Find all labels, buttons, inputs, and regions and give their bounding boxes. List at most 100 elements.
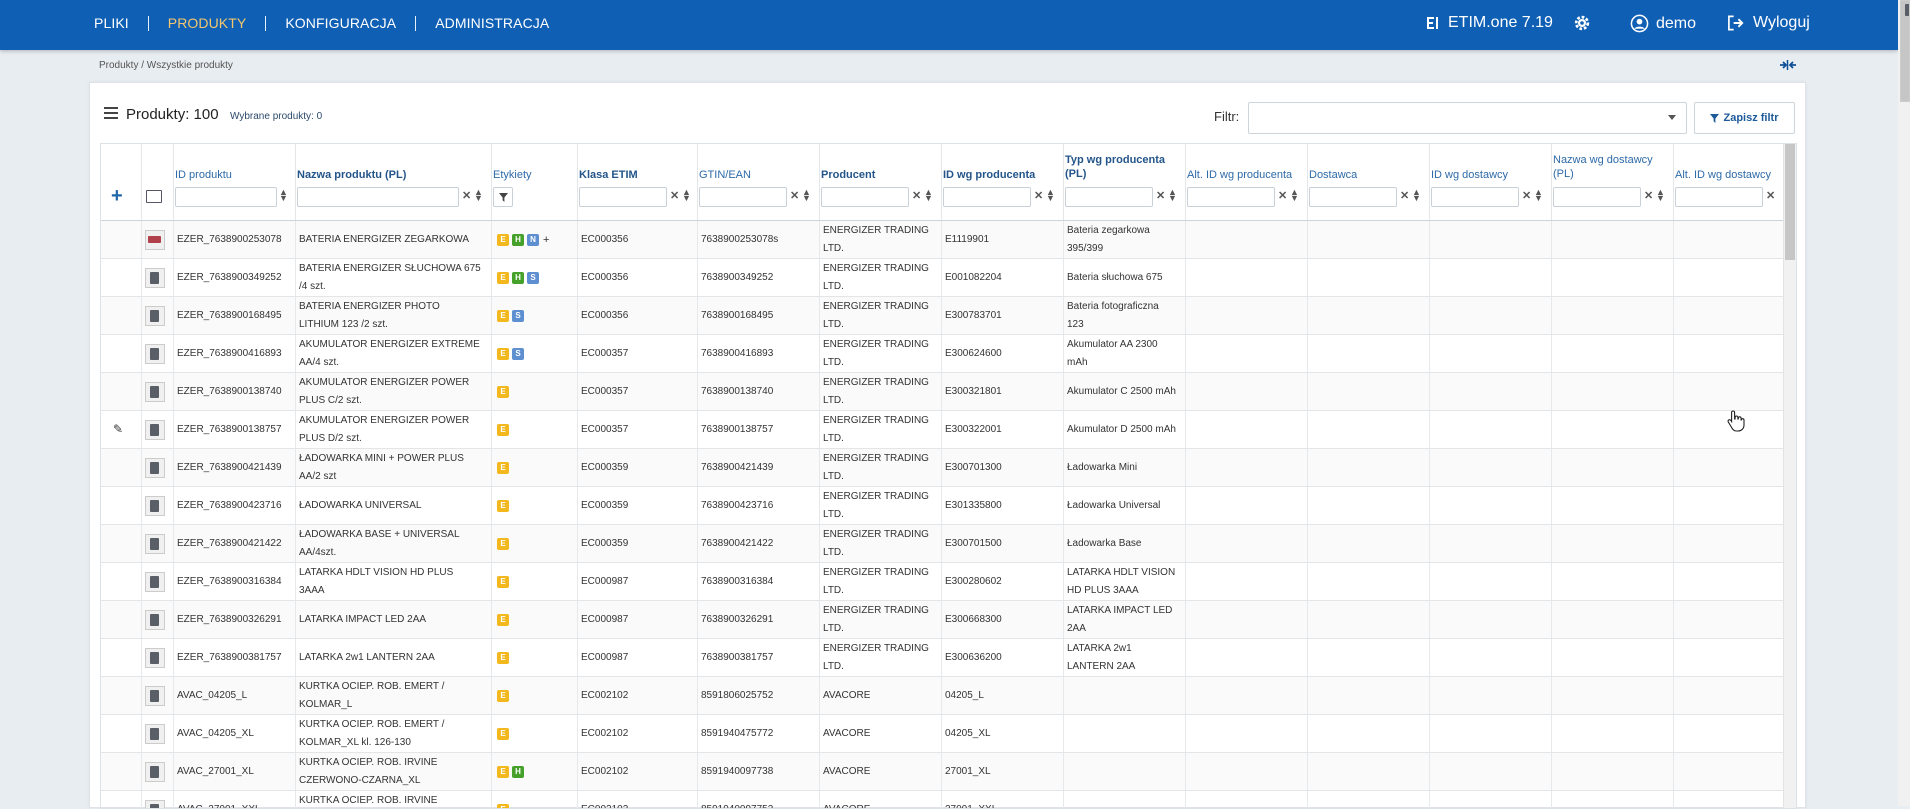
header-sup[interactable]: Dostawca: [1309, 168, 1357, 182]
cell-gtin[interactable]: 8591806025752: [701, 677, 819, 714]
table-row[interactable]: EZER_7638900349252BATERIA ENERGIZER SŁUC…: [101, 259, 1783, 297]
filter-select[interactable]: [1248, 102, 1687, 134]
clear-filter-icon[interactable]: ✕: [1278, 189, 1287, 202]
clear-filter-icon[interactable]: ✕: [1156, 189, 1165, 202]
cell-mfr-type[interactable]: Ładowarka Universal: [1067, 487, 1185, 524]
cell-labels[interactable]: E: [497, 373, 577, 410]
cell-product-name[interactable]: BATERIA ENERGIZER PHOTOLITHIUM 123 /2 sz…: [299, 297, 489, 334]
label-badge[interactable]: E: [497, 766, 509, 778]
label-badge[interactable]: E: [497, 728, 509, 740]
cell-gtin[interactable]: 7638900138757: [701, 411, 819, 448]
table-row[interactable]: EZER_7638900423716ŁADOWARKA UNIVERSALEEC…: [101, 487, 1783, 525]
cell-mfr-id[interactable]: E300668300: [945, 601, 1063, 638]
label-badge[interactable]: H: [512, 234, 524, 246]
filter-input-altsup[interactable]: [1675, 187, 1763, 207]
nav-konfiguracja[interactable]: KONFIGURACJA: [285, 15, 396, 31]
table-row[interactable]: ✎EZER_7638900138757AKUMULATOR ENERGIZER …: [101, 411, 1783, 449]
cell-manufacturer[interactable]: AVACORE: [823, 677, 941, 714]
cell-product-name[interactable]: LATARKA 2w1 LANTERN 2AA: [299, 639, 489, 676]
cell-etim-class[interactable]: EC000359: [581, 525, 697, 562]
clear-filter-icon[interactable]: ✕: [670, 189, 679, 202]
cell-mfr-id[interactable]: E300624600: [945, 335, 1063, 372]
cell-mfr-type[interactable]: Ładowarka Base: [1067, 525, 1185, 562]
header-alt[interactable]: Alt. ID wg producenta: [1187, 168, 1292, 182]
cell-etim-class[interactable]: EC000356: [581, 221, 697, 258]
cell-etim-class[interactable]: EC000987: [581, 601, 697, 638]
product-thumbnail[interactable]: [145, 297, 169, 334]
table-row[interactable]: AVAC_27001_XXLKURTKA OCIEP. ROB. IRVINEC…: [101, 791, 1783, 809]
sort-icon[interactable]: ▲▼: [1412, 189, 1421, 201]
sort-icon[interactable]: ▲▼: [1168, 189, 1177, 201]
label-badge[interactable]: E: [497, 614, 509, 626]
sort-icon[interactable]: ▲▼: [924, 189, 933, 201]
cell-product-id[interactable]: EZER_7638900138757: [177, 411, 295, 448]
clear-filter-icon[interactable]: ✕: [1644, 189, 1653, 202]
cell-labels[interactable]: E: [497, 791, 577, 809]
cell-gtin[interactable]: 7638900326291: [701, 601, 819, 638]
header-type[interactable]: Typ wg producenta(PL): [1065, 153, 1165, 181]
cell-product-id[interactable]: AVAC_04205_L: [177, 677, 295, 714]
cell-etim-class[interactable]: EC000357: [581, 411, 697, 448]
cell-mfr-type[interactable]: Bateria fotograficzna123: [1067, 297, 1185, 334]
sort-icon[interactable]: ▲▼: [1656, 189, 1665, 201]
cell-labels[interactable]: EH: [497, 753, 577, 790]
breadcrumb[interactable]: Produkty / Wszystkie produkty: [99, 60, 233, 71]
cell-product-id[interactable]: EZER_7638900349252: [177, 259, 295, 296]
clear-filter-icon[interactable]: ✕: [790, 189, 799, 202]
clear-filter-icon[interactable]: ✕: [462, 189, 471, 202]
product-thumbnail[interactable]: [145, 411, 169, 448]
cell-labels[interactable]: ES: [497, 335, 577, 372]
header-altsup[interactable]: Alt. ID wg dostawcy: [1675, 168, 1771, 182]
header-gtin[interactable]: GTIN/EAN: [699, 168, 751, 182]
product-thumbnail[interactable]: [145, 487, 169, 524]
cell-product-name[interactable]: BATERIA ENERGIZER SŁUCHOWA 675/4 szt.: [299, 259, 489, 296]
cell-mfr-id[interactable]: 04205_XL: [945, 715, 1063, 752]
cell-mfr-id[interactable]: E300701300: [945, 449, 1063, 486]
filter-input-name[interactable]: [297, 187, 459, 207]
labels-filter-button[interactable]: [493, 187, 513, 207]
cell-gtin[interactable]: 7638900253078s: [701, 221, 819, 258]
sort-icon[interactable]: ▲▼: [682, 189, 691, 201]
cell-product-id[interactable]: AVAC_04205_XL: [177, 715, 295, 752]
cell-product-name[interactable]: ŁADOWARKA BASE + UNIVERSALAA/4szt.: [299, 525, 489, 562]
cell-manufacturer[interactable]: ENERGIZER TRADINGLTD.: [823, 373, 941, 410]
cell-mfr-type[interactable]: LATARKA 2w1LANTERN 2AA: [1067, 639, 1185, 676]
label-badge[interactable]: E: [497, 424, 509, 436]
product-thumbnail[interactable]: [145, 221, 169, 258]
product-thumbnail[interactable]: [145, 639, 169, 676]
cell-mfr-type[interactable]: LATARKA HDLT VISIONHD PLUS 3AAA: [1067, 563, 1185, 600]
cell-manufacturer[interactable]: ENERGIZER TRADINGLTD.: [823, 411, 941, 448]
cell-gtin[interactable]: 7638900423716: [701, 487, 819, 524]
cell-etim-class[interactable]: EC000357: [581, 373, 697, 410]
nav-produkty[interactable]: PRODUKTY: [168, 15, 247, 31]
cell-gtin[interactable]: 7638900349252: [701, 259, 819, 296]
product-thumbnail[interactable]: [145, 677, 169, 714]
filter-input-sup[interactable]: [1309, 187, 1397, 207]
table-row[interactable]: EZER_7638900168495BATERIA ENERGIZER PHOT…: [101, 297, 1783, 335]
label-badge[interactable]: E: [497, 500, 509, 512]
product-thumbnail[interactable]: [145, 601, 169, 638]
sort-icon[interactable]: ▲▼: [1046, 189, 1055, 201]
cell-etim-class[interactable]: EC002102: [581, 677, 697, 714]
filter-input-mfr[interactable]: [821, 187, 909, 207]
sort-icon[interactable]: ▲▼: [474, 189, 483, 201]
more-labels-icon[interactable]: +: [543, 231, 549, 249]
cell-product-name[interactable]: LATARKA HDLT VISION HD PLUS3AAA: [299, 563, 489, 600]
product-thumbnail[interactable]: [145, 373, 169, 410]
label-badge[interactable]: E: [497, 386, 509, 398]
cell-mfr-id[interactable]: 04205_L: [945, 677, 1063, 714]
table-row[interactable]: EZER_7638900326291LATARKA IMPACT LED 2AA…: [101, 601, 1783, 639]
header-supname[interactable]: Nazwa wg dostawcy(PL): [1553, 153, 1653, 181]
cell-manufacturer[interactable]: ENERGIZER TRADINGLTD.: [823, 259, 941, 296]
cell-labels[interactable]: E: [497, 411, 577, 448]
cell-mfr-id[interactable]: E300322001: [945, 411, 1063, 448]
cell-etim-class[interactable]: EC000359: [581, 487, 697, 524]
cell-product-id[interactable]: EZER_7638900316384: [177, 563, 295, 600]
cell-product-id[interactable]: EZER_7638900416893: [177, 335, 295, 372]
cell-etim-class[interactable]: EC002102: [581, 715, 697, 752]
cell-mfr-id[interactable]: 27001_XXL: [945, 791, 1063, 809]
header-id[interactable]: ID produktu: [175, 168, 232, 182]
cell-mfr-type[interactable]: [1067, 753, 1185, 790]
cell-mfr-id[interactable]: E300280602: [945, 563, 1063, 600]
label-badge[interactable]: E: [497, 310, 509, 322]
